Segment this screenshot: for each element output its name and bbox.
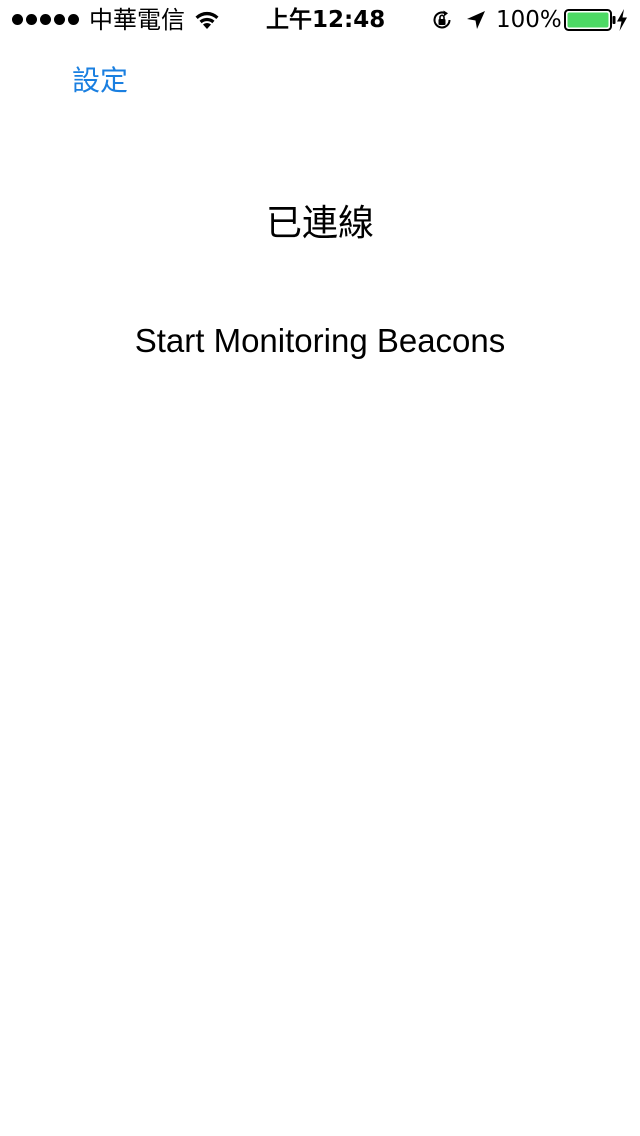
battery-percentage: 100%	[496, 7, 562, 33]
status-bar: 中華電信 上午12:48 100%	[0, 0, 640, 40]
location-arrow-icon	[467, 11, 485, 29]
app-screen: 中華電信 上午12:48 100% 設定 已連線 Start Monitorin…	[0, 0, 640, 1136]
battery-fill	[567, 12, 609, 28]
wifi-icon	[195, 11, 219, 29]
signal-dot	[68, 14, 79, 25]
carrier-name: 中華電信	[89, 6, 185, 34]
signal-dot	[12, 14, 23, 25]
signal-dot	[54, 14, 65, 25]
rotation-lock-icon	[433, 10, 451, 29]
clock: 上午12:48	[266, 7, 386, 33]
charging-bolt-icon	[617, 9, 627, 31]
settings-back-button[interactable]: 設定	[72, 62, 128, 100]
connection-status: 已連線	[265, 203, 374, 244]
start-monitoring-button[interactable]: Start Monitoring Beacons	[100, 318, 540, 364]
signal-dot	[26, 14, 37, 25]
signal-dot	[40, 14, 51, 25]
signal-strength-icon	[12, 14, 79, 26]
